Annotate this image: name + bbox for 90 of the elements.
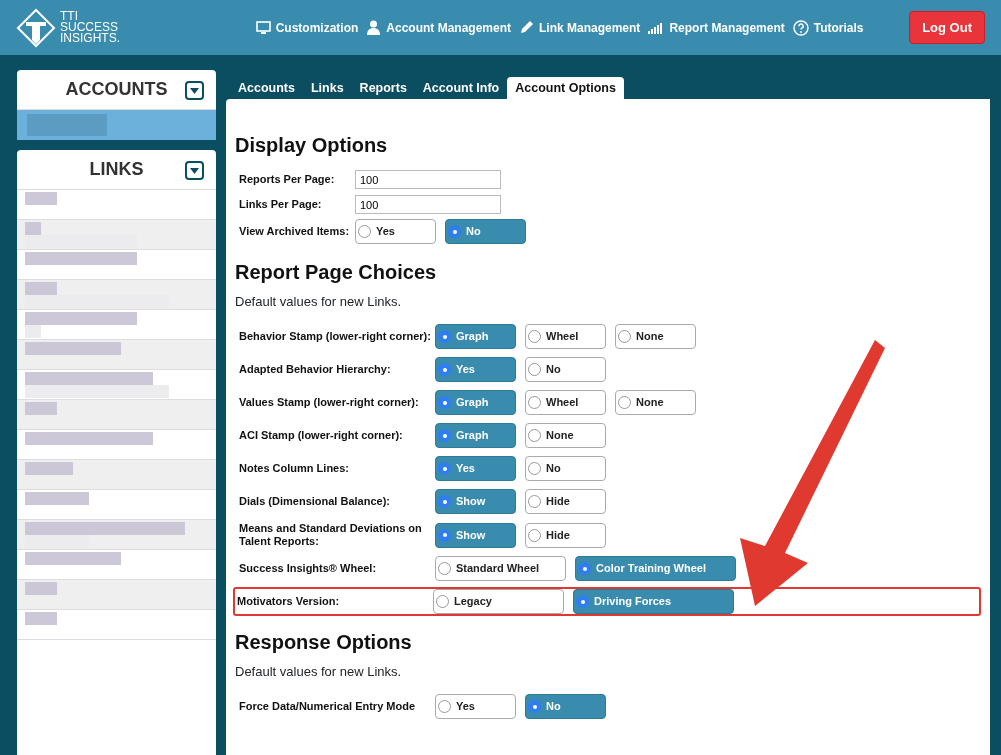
radio-option[interactable]: Color Training Wheel xyxy=(575,556,736,581)
field-label: ACI Stamp (lower-right corner): xyxy=(239,429,404,442)
field-label: Dials (Dimensional Balance): xyxy=(239,495,391,508)
panel-title: ACCOUNTS xyxy=(65,78,168,101)
section-note: Default values for new Links. xyxy=(235,294,403,310)
section-heading: Response Options xyxy=(235,630,413,654)
radio-option[interactable]: Yes xyxy=(435,694,516,719)
radio-option[interactable]: Graph xyxy=(435,390,516,415)
field-label: Behavior Stamp (lower-right corner): xyxy=(239,330,432,343)
radio-option[interactable]: Hide xyxy=(525,522,606,548)
radio-option[interactable]: No xyxy=(525,357,606,382)
link-row[interactable] xyxy=(17,190,216,220)
tab[interactable]: Account Info xyxy=(414,77,508,99)
radio-option[interactable]: Legacy xyxy=(433,589,564,614)
section-note: Default values for new Links. xyxy=(235,664,403,680)
monitor-icon xyxy=(255,21,271,34)
link-row[interactable] xyxy=(17,340,216,370)
link-row[interactable] xyxy=(17,490,216,520)
link-row[interactable] xyxy=(17,400,216,430)
radio-option[interactable]: Wheel xyxy=(525,390,606,415)
field-label: Means and Standard Deviations on Talent Reports: xyxy=(239,522,423,548)
radio-option[interactable]: Standard Wheel xyxy=(435,556,566,581)
nav-link[interactable]: Link Management xyxy=(519,18,641,37)
help-icon xyxy=(792,19,809,36)
dropdown-icon[interactable] xyxy=(185,161,204,180)
field-label: Reports Per Page: xyxy=(239,173,336,186)
link-row[interactable] xyxy=(17,250,216,280)
field-label: View Archived Items: xyxy=(239,225,351,238)
link-row[interactable] xyxy=(17,520,216,550)
nav-link[interactable]: Customization xyxy=(255,18,359,37)
pixelated-text xyxy=(25,402,57,415)
logo-icon xyxy=(16,7,56,48)
radio-option[interactable]: No xyxy=(525,694,606,719)
text-field[interactable]: 100 xyxy=(355,195,501,214)
link-row[interactable] xyxy=(17,370,216,400)
pixelated-text xyxy=(25,222,41,235)
nav-link[interactable]: Account Management xyxy=(366,18,511,37)
radio-option[interactable]: No xyxy=(525,456,606,481)
radio-option[interactable]: Yes xyxy=(355,219,436,244)
radio-option[interactable]: Show xyxy=(435,489,516,514)
text-field[interactable]: 100 xyxy=(355,170,501,189)
field-label: Values Stamp (lower-right corner): xyxy=(239,396,420,409)
link-row[interactable] xyxy=(17,430,216,460)
radio-option[interactable]: None xyxy=(615,390,696,415)
bar-chart-icon xyxy=(648,21,665,34)
radio-option[interactable]: No xyxy=(445,219,526,244)
radio-option[interactable]: Graph xyxy=(435,324,516,349)
link-row[interactable] xyxy=(17,280,216,310)
logo-text: TTI SUCCESS INSIGHTS. xyxy=(60,11,120,44)
radio-option[interactable]: Driving Forces xyxy=(573,589,734,614)
tab[interactable]: Account Options xyxy=(507,77,624,99)
pixelated-text xyxy=(25,192,57,205)
section-heading: Report Page Choices xyxy=(235,260,438,284)
field-label: Motivators Version: xyxy=(237,595,341,608)
radio-option[interactable]: Yes xyxy=(435,357,516,382)
link-row[interactable] xyxy=(17,610,216,640)
tab[interactable]: Accounts xyxy=(230,77,303,99)
radio-option[interactable]: Graph xyxy=(435,423,516,448)
dropdown-icon[interactable] xyxy=(185,81,204,100)
section-heading: Display Options xyxy=(235,133,389,157)
pencil-icon xyxy=(519,20,534,35)
account-row[interactable] xyxy=(17,110,216,140)
pixelated-text xyxy=(25,612,57,625)
radio-option[interactable]: None xyxy=(615,324,696,349)
link-row[interactable] xyxy=(17,550,216,580)
panel-title: LINKS xyxy=(89,158,144,181)
field-label: Success Insights® Wheel: xyxy=(239,562,378,575)
radio-option[interactable]: Show xyxy=(435,522,516,548)
link-row[interactable] xyxy=(17,580,216,610)
field-label: Force Data/Numerical Entry Mode xyxy=(239,700,417,713)
link-row[interactable] xyxy=(17,220,216,250)
link-row[interactable] xyxy=(17,460,216,490)
radio-option[interactable]: Wheel xyxy=(525,324,606,349)
field-label: Links Per Page: xyxy=(239,198,323,211)
nav-link[interactable]: Report Management xyxy=(648,18,785,37)
field-label: Adapted Behavior Hierarchy: xyxy=(239,363,392,376)
field-label: Notes Column Lines: xyxy=(239,462,350,475)
tab[interactable]: Reports xyxy=(351,77,415,99)
radio-option[interactable]: None xyxy=(525,423,606,448)
pixelated-text xyxy=(25,282,57,295)
logout-button[interactable]: Log Out xyxy=(909,10,985,45)
radio-option[interactable]: Hide xyxy=(525,489,606,514)
pixelated-text xyxy=(25,492,89,505)
tab[interactable]: Links xyxy=(302,77,352,99)
nav-link[interactable]: Tutorials xyxy=(792,18,864,37)
pixelated-text xyxy=(25,582,57,595)
link-row[interactable] xyxy=(17,310,216,340)
radio-option[interactable]: Yes xyxy=(435,456,516,481)
person-icon xyxy=(366,20,382,35)
pixelated-text xyxy=(25,462,73,475)
